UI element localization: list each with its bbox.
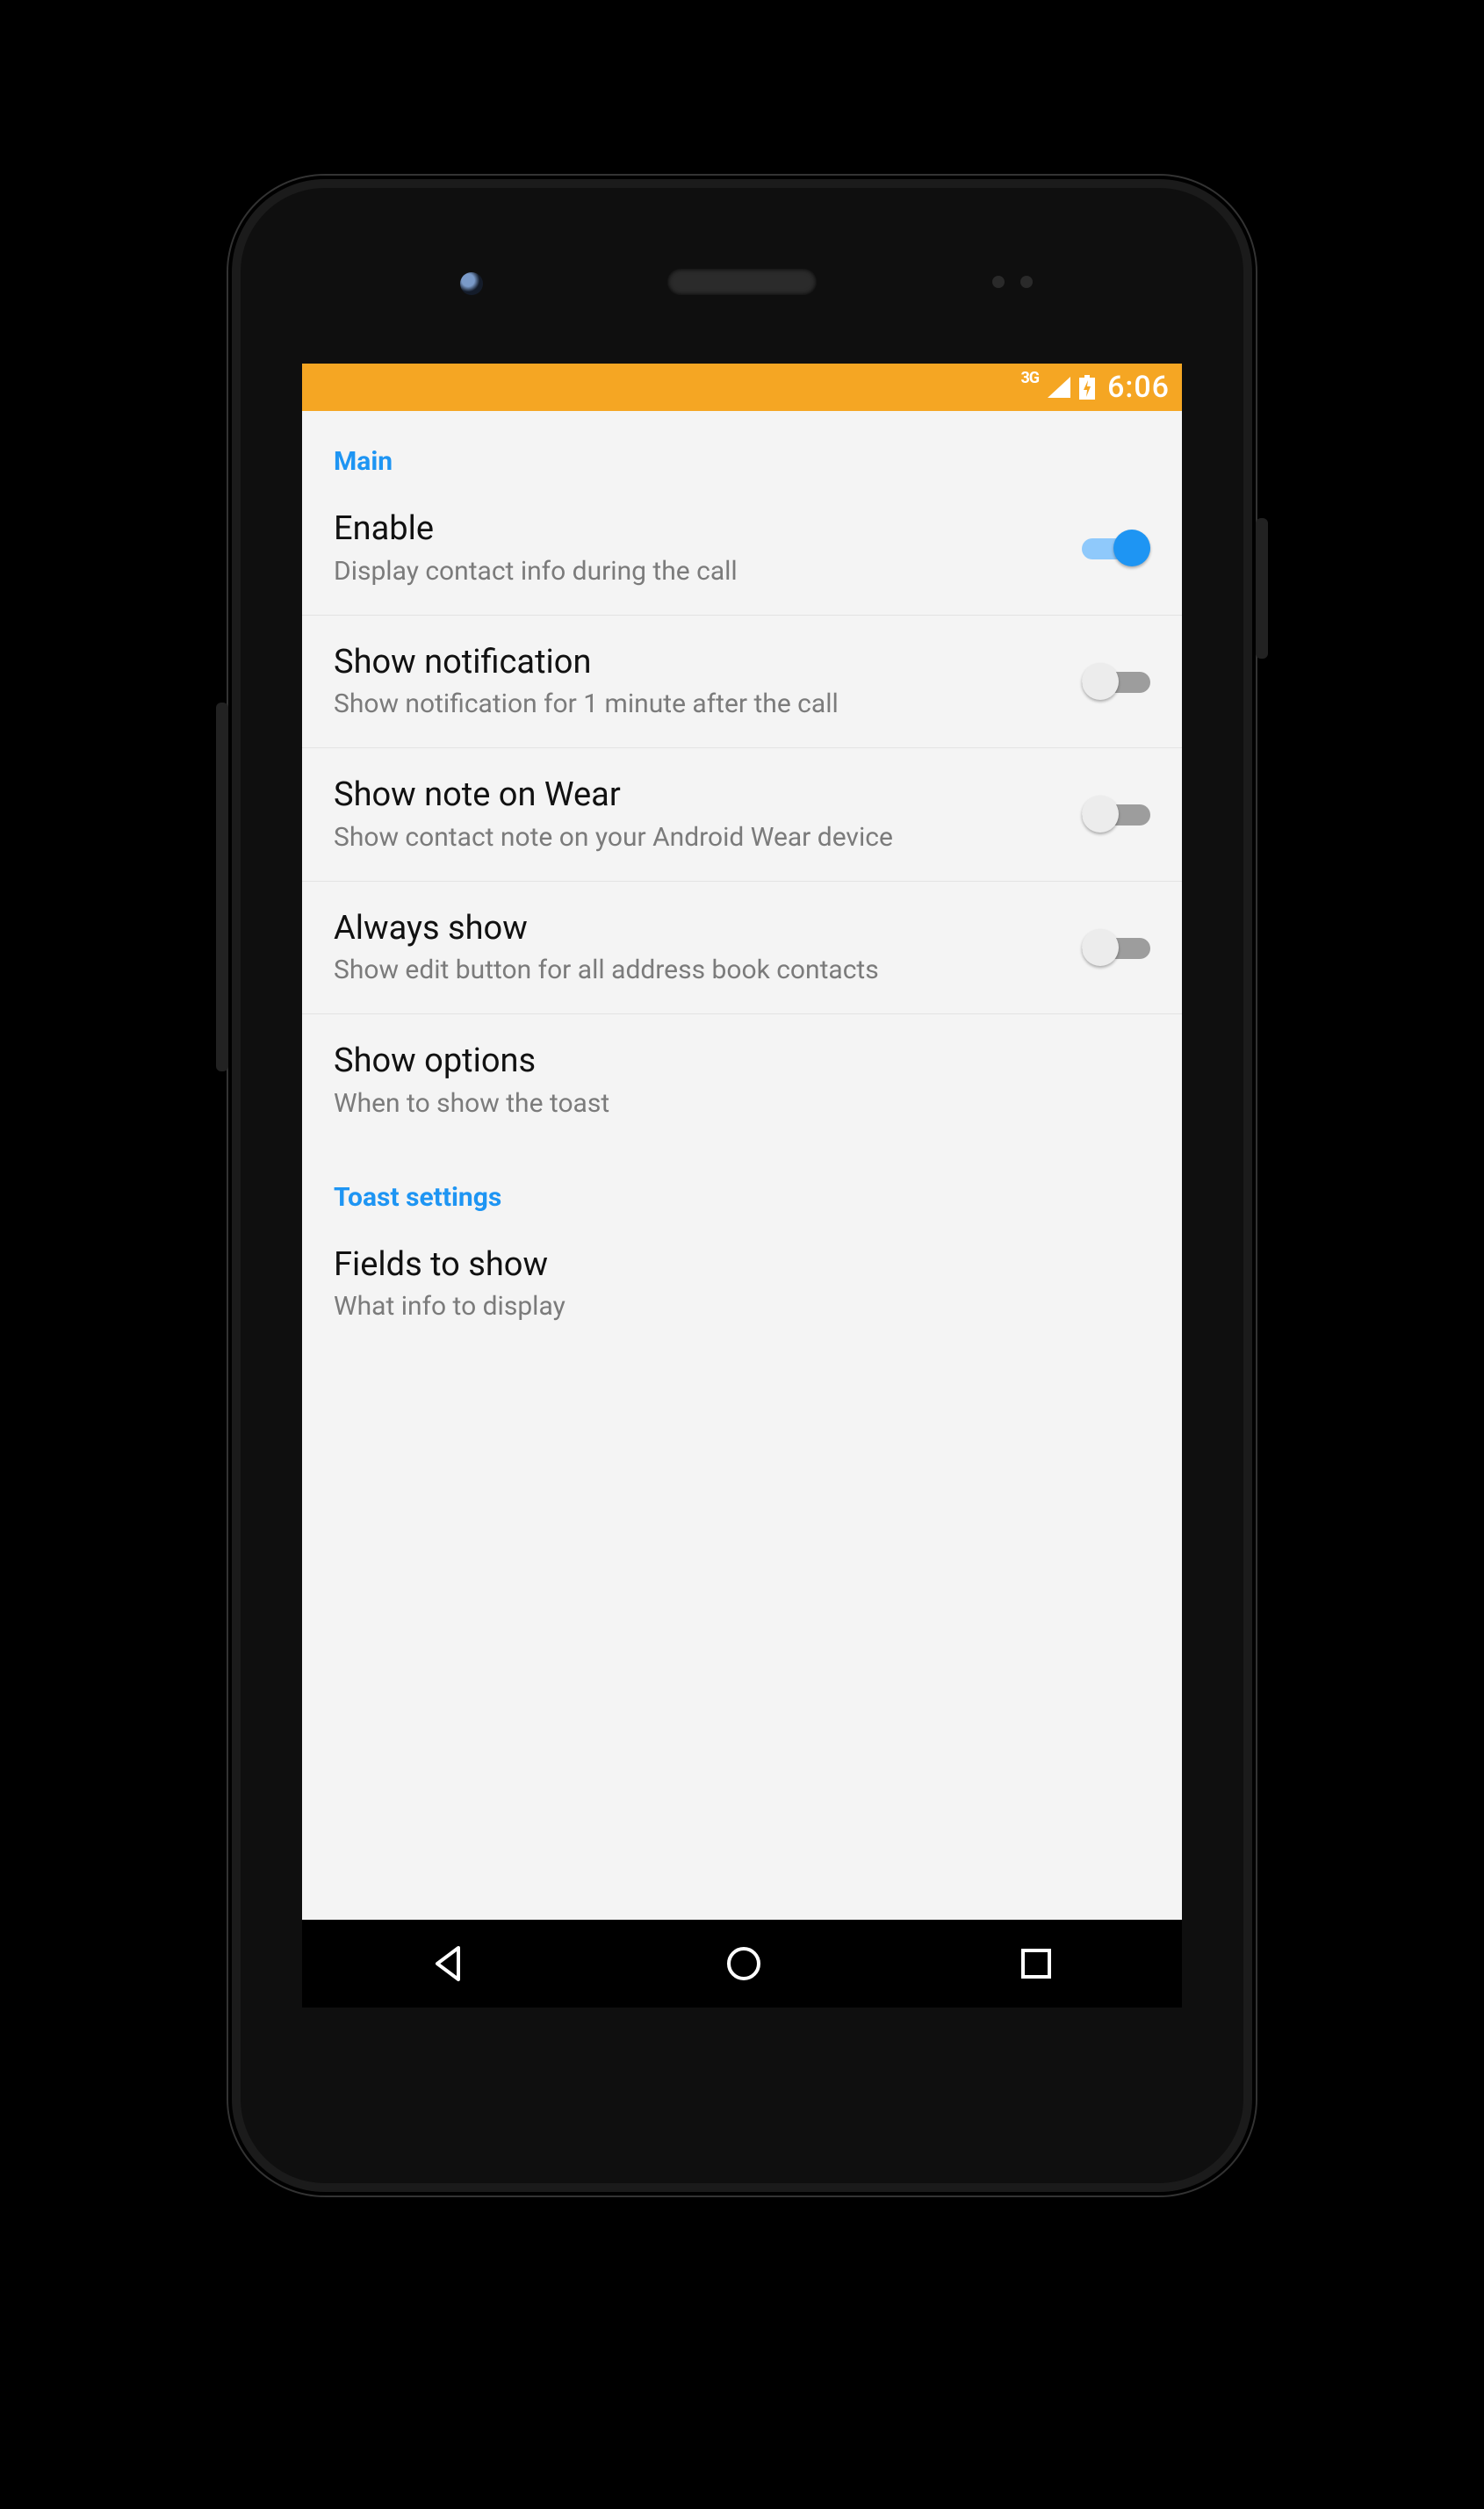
pref-subtitle: Show contact note on your Android Wear d… xyxy=(334,820,1064,854)
pref-fields-to-show[interactable]: Fields to show What info to display xyxy=(302,1218,1182,1351)
pref-enable[interactable]: Enable Display contact info during the c… xyxy=(302,482,1182,616)
navigation-bar xyxy=(302,1920,1182,2008)
pref-subtitle: What info to display xyxy=(334,1289,1133,1323)
nav-recents-button[interactable] xyxy=(1019,1946,1054,1981)
pref-subtitle: Show notification for 1 minute after the… xyxy=(334,687,1064,721)
proximity-sensors xyxy=(992,276,1033,288)
recents-icon xyxy=(1019,1946,1054,1981)
network-type-label: 3G xyxy=(1020,369,1039,387)
nav-home-button[interactable] xyxy=(724,1944,763,1983)
back-icon xyxy=(430,1944,469,1983)
pref-subtitle: When to show the toast xyxy=(334,1086,1133,1121)
pref-title: Show note on Wear xyxy=(334,775,1064,817)
home-icon xyxy=(724,1944,763,1983)
signal-icon xyxy=(1048,377,1070,398)
device-inner: 3G 6:06 Main Enable Display contact info… xyxy=(241,188,1243,2183)
switch-enable[interactable] xyxy=(1082,530,1150,566)
settings-screen[interactable]: Main Enable Display contact info during … xyxy=(302,411,1182,1920)
nav-back-button[interactable] xyxy=(430,1944,469,1983)
switch-always-show[interactable] xyxy=(1082,929,1150,966)
device-frame: 3G 6:06 Main Enable Display contact info… xyxy=(228,176,1256,2195)
pref-title: Enable xyxy=(334,508,1064,551)
pref-title: Fields to show xyxy=(334,1244,1133,1287)
power-button xyxy=(1256,518,1268,659)
switch-show-notification[interactable] xyxy=(1082,663,1150,700)
pref-title: Show options xyxy=(334,1041,1133,1083)
battery-charging-icon xyxy=(1079,375,1095,400)
status-bar: 3G 6:06 xyxy=(302,364,1182,411)
volume-rocker xyxy=(216,703,228,1071)
pref-show-note-on-wear[interactable]: Show note on Wear Show contact note on y… xyxy=(302,748,1182,882)
section-header-toast-settings: Toast settings xyxy=(302,1147,1182,1218)
speaker-grille xyxy=(667,269,817,295)
screen: 3G 6:06 Main Enable Display contact info… xyxy=(302,364,1182,2008)
clock: 6:06 xyxy=(1107,370,1170,405)
section-header-main: Main xyxy=(302,411,1182,482)
pref-show-options[interactable]: Show options When to show the toast xyxy=(302,1014,1182,1147)
pref-always-show[interactable]: Always show Show edit button for all add… xyxy=(302,882,1182,1015)
front-camera xyxy=(460,272,483,295)
pref-show-notification[interactable]: Show notification Show notification for … xyxy=(302,616,1182,749)
pref-subtitle: Display contact info during the call xyxy=(334,554,1064,588)
switch-show-note-on-wear[interactable] xyxy=(1082,796,1150,833)
pref-title: Show notification xyxy=(334,642,1064,684)
pref-subtitle: Show edit button for all address book co… xyxy=(334,953,1064,987)
pref-title: Always show xyxy=(334,908,1064,950)
